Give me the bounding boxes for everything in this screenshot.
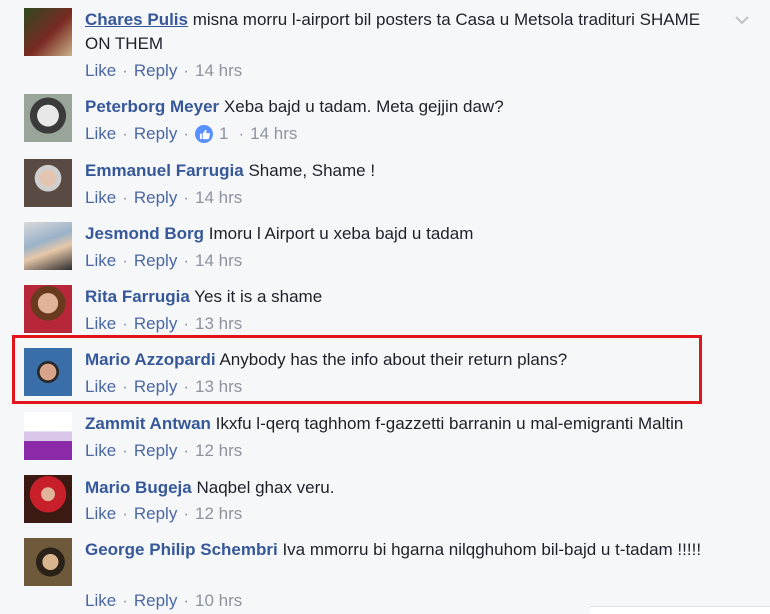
comment-actions: Like · Reply · 13 hrs: [85, 314, 242, 334]
reply-link[interactable]: Reply: [134, 251, 177, 271]
separator: ·: [122, 251, 128, 270]
like-link[interactable]: Like: [85, 61, 116, 81]
reply-link[interactable]: Reply: [134, 441, 177, 461]
separator: ·: [183, 314, 189, 333]
avatar[interactable]: [24, 538, 72, 586]
separator: ·: [183, 188, 189, 207]
like-link[interactable]: Like: [85, 591, 116, 611]
avatar[interactable]: [24, 8, 72, 56]
like-link[interactable]: Like: [85, 251, 116, 271]
comment-text-block: Chares Pulis misna morru l-airport bil p…: [85, 8, 730, 56]
comment-actions: Like · Reply · 12 hrs: [85, 441, 242, 461]
comment-actions: Like · Reply · 14 hrs: [85, 61, 242, 81]
commenter-name[interactable]: George Philip Schembri: [85, 540, 278, 559]
comment-body: Imoru l Airport u xeba bajd u tadam: [208, 224, 474, 243]
reply-link[interactable]: Reply: [134, 591, 177, 611]
like-link[interactable]: Like: [85, 314, 116, 334]
like-link[interactable]: Like: [85, 504, 116, 524]
comment-body: Yes it is a shame: [194, 287, 323, 306]
separator: ·: [122, 188, 128, 207]
timestamp[interactable]: 14 hrs: [250, 124, 297, 144]
timestamp[interactable]: 12 hrs: [195, 504, 242, 524]
separator: ·: [183, 251, 189, 270]
like-link[interactable]: Like: [85, 188, 116, 208]
like-count[interactable]: 1: [219, 124, 228, 144]
separator: ·: [183, 61, 189, 80]
comment-text-block: George Philip Schembri Iva mmorru bi hga…: [85, 538, 730, 562]
comment-actions: Like · Reply · 12 hrs: [85, 504, 242, 524]
separator: ·: [238, 124, 245, 143]
comment-actions: Like · Reply · 10 hrs: [85, 591, 242, 611]
comment-actions: Like · Reply · 14 hrs: [85, 251, 242, 271]
avatar[interactable]: [24, 222, 72, 270]
timestamp[interactable]: 13 hrs: [195, 314, 242, 334]
avatar[interactable]: [24, 475, 72, 523]
comment-body: Xeba bajd u tadam. Meta gejjin daw?: [223, 97, 504, 116]
separator: ·: [122, 591, 128, 610]
separator: ·: [183, 441, 189, 460]
separator: ·: [122, 504, 128, 523]
comment-text-block: Emmanuel Farrugia Shame, Shame !: [85, 159, 730, 183]
commenter-name[interactable]: Zammit Antwan: [85, 414, 211, 433]
commenter-name[interactable]: Rita Farrugia: [85, 287, 190, 306]
timestamp[interactable]: 10 hrs: [195, 591, 242, 611]
reply-link[interactable]: Reply: [134, 504, 177, 524]
avatar[interactable]: [24, 159, 72, 207]
timestamp[interactable]: 14 hrs: [195, 251, 242, 271]
comment-body: Iva mmorru bi hgarna nilqghuhom bil-bajd…: [282, 540, 702, 559]
reply-link[interactable]: Reply: [134, 188, 177, 208]
separator: ·: [122, 314, 128, 333]
comment-text-block: Mario Bugeja Naqbel ghax veru.: [85, 476, 730, 500]
commenter-name[interactable]: Mario Bugeja: [85, 478, 192, 497]
separator: ·: [122, 61, 128, 80]
avatar[interactable]: [24, 94, 72, 142]
comment-body: Naqbel ghax veru.: [196, 478, 335, 497]
timestamp[interactable]: 12 hrs: [195, 441, 242, 461]
timestamp[interactable]: 14 hrs: [195, 188, 242, 208]
comment-text-block: Peterborg Meyer Xeba bajd u tadam. Meta …: [85, 95, 730, 119]
comment-text-block: Rita Farrugia Yes it is a shame: [85, 285, 730, 309]
commenter-name[interactable]: Peterborg Meyer: [85, 97, 219, 116]
comment-text-block: Zammit Antwan Ikxfu l-qerq taghhom f-gaz…: [85, 412, 730, 436]
chevron-down-icon[interactable]: [734, 12, 750, 33]
comment-actions: Like · Reply · 1 · 14 hrs: [85, 124, 297, 144]
highlight-box: [12, 335, 702, 404]
separator: ·: [183, 124, 189, 143]
like-link[interactable]: Like: [85, 124, 116, 144]
reply-link[interactable]: Reply: [134, 124, 177, 144]
avatar[interactable]: [24, 285, 72, 333]
comment-body: Shame, Shame !: [248, 161, 376, 180]
separator: ·: [183, 504, 189, 523]
like-link[interactable]: Like: [85, 441, 116, 461]
separator: ·: [122, 441, 128, 460]
reply-link[interactable]: Reply: [134, 61, 177, 81]
comment-body: Ikxfu l-qerq taghhom f-gazzetti barranin…: [215, 414, 684, 433]
reply-link[interactable]: Reply: [134, 314, 177, 334]
timestamp[interactable]: 14 hrs: [195, 61, 242, 81]
comment-actions: Like · Reply · 14 hrs: [85, 188, 242, 208]
thumbs-up-icon[interactable]: [195, 125, 213, 143]
comment-text-block: Jesmond Borg Imoru l Airport u xeba bajd…: [85, 222, 730, 246]
commenter-name[interactable]: Jesmond Borg: [85, 224, 204, 243]
separator: ·: [183, 591, 189, 610]
avatar[interactable]: [24, 412, 72, 460]
commenter-name[interactable]: Chares Pulis: [85, 10, 188, 29]
commenter-name[interactable]: Emmanuel Farrugia: [85, 161, 244, 180]
separator: ·: [122, 124, 128, 143]
